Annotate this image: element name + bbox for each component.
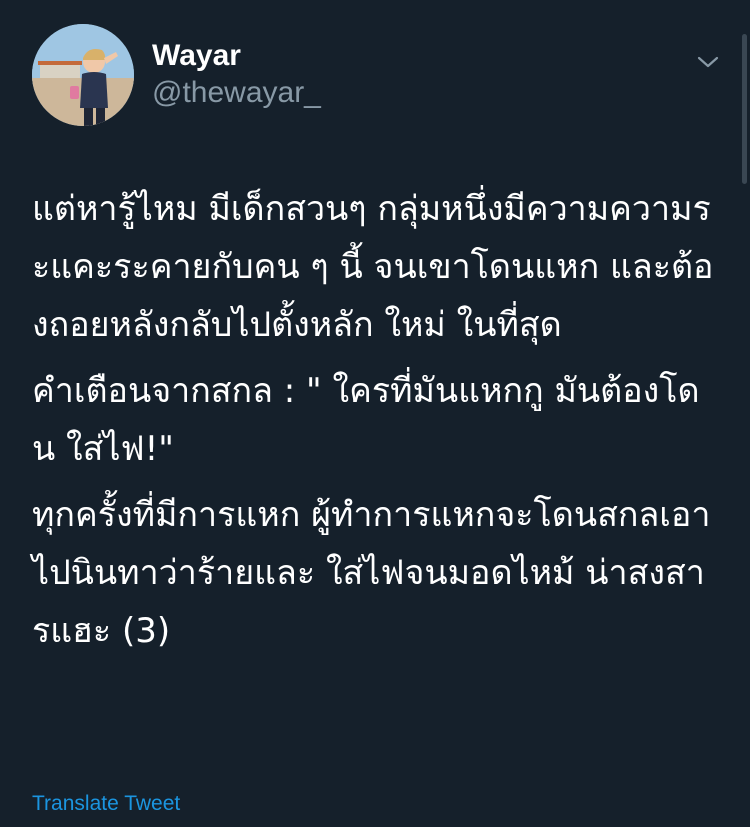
avatar[interactable] xyxy=(32,24,134,126)
translate-tweet-link[interactable]: Translate Tweet xyxy=(32,790,180,818)
author-names: Wayar @thewayar_ xyxy=(152,38,321,112)
tweet-paragraph-2: คำเตือนจากสกล : " ใครที่มันแหกกู มันต้อง… xyxy=(32,371,700,469)
tweet-card: Wayar @thewayar_ แต่หารู้ไหม มีเด็กสวนๆ … xyxy=(0,0,750,827)
tweet-paragraph-1: แต่หารู้ไหม มีเด็กสวนๆ กลุ่มหนึ่งมีความค… xyxy=(32,189,714,345)
tweet-text: แต่หารู้ไหม มีเด็กสวนๆ กลุ่มหนึ่งมีความค… xyxy=(32,180,722,668)
scrollbar[interactable] xyxy=(742,34,747,184)
tweet-header: Wayar @thewayar_ xyxy=(32,24,722,128)
user-avatar-photo-icon xyxy=(32,24,134,126)
author-display-name[interactable]: Wayar xyxy=(152,38,321,74)
chevron-down-icon xyxy=(697,56,719,68)
author-handle[interactable]: @thewayar_ xyxy=(152,74,321,112)
tweet-paragraph-3: ทุกครั้งที่มีการแหก ผู้ทำการแหกจะโดนสกลเ… xyxy=(32,495,711,651)
more-options-button[interactable] xyxy=(690,44,726,80)
